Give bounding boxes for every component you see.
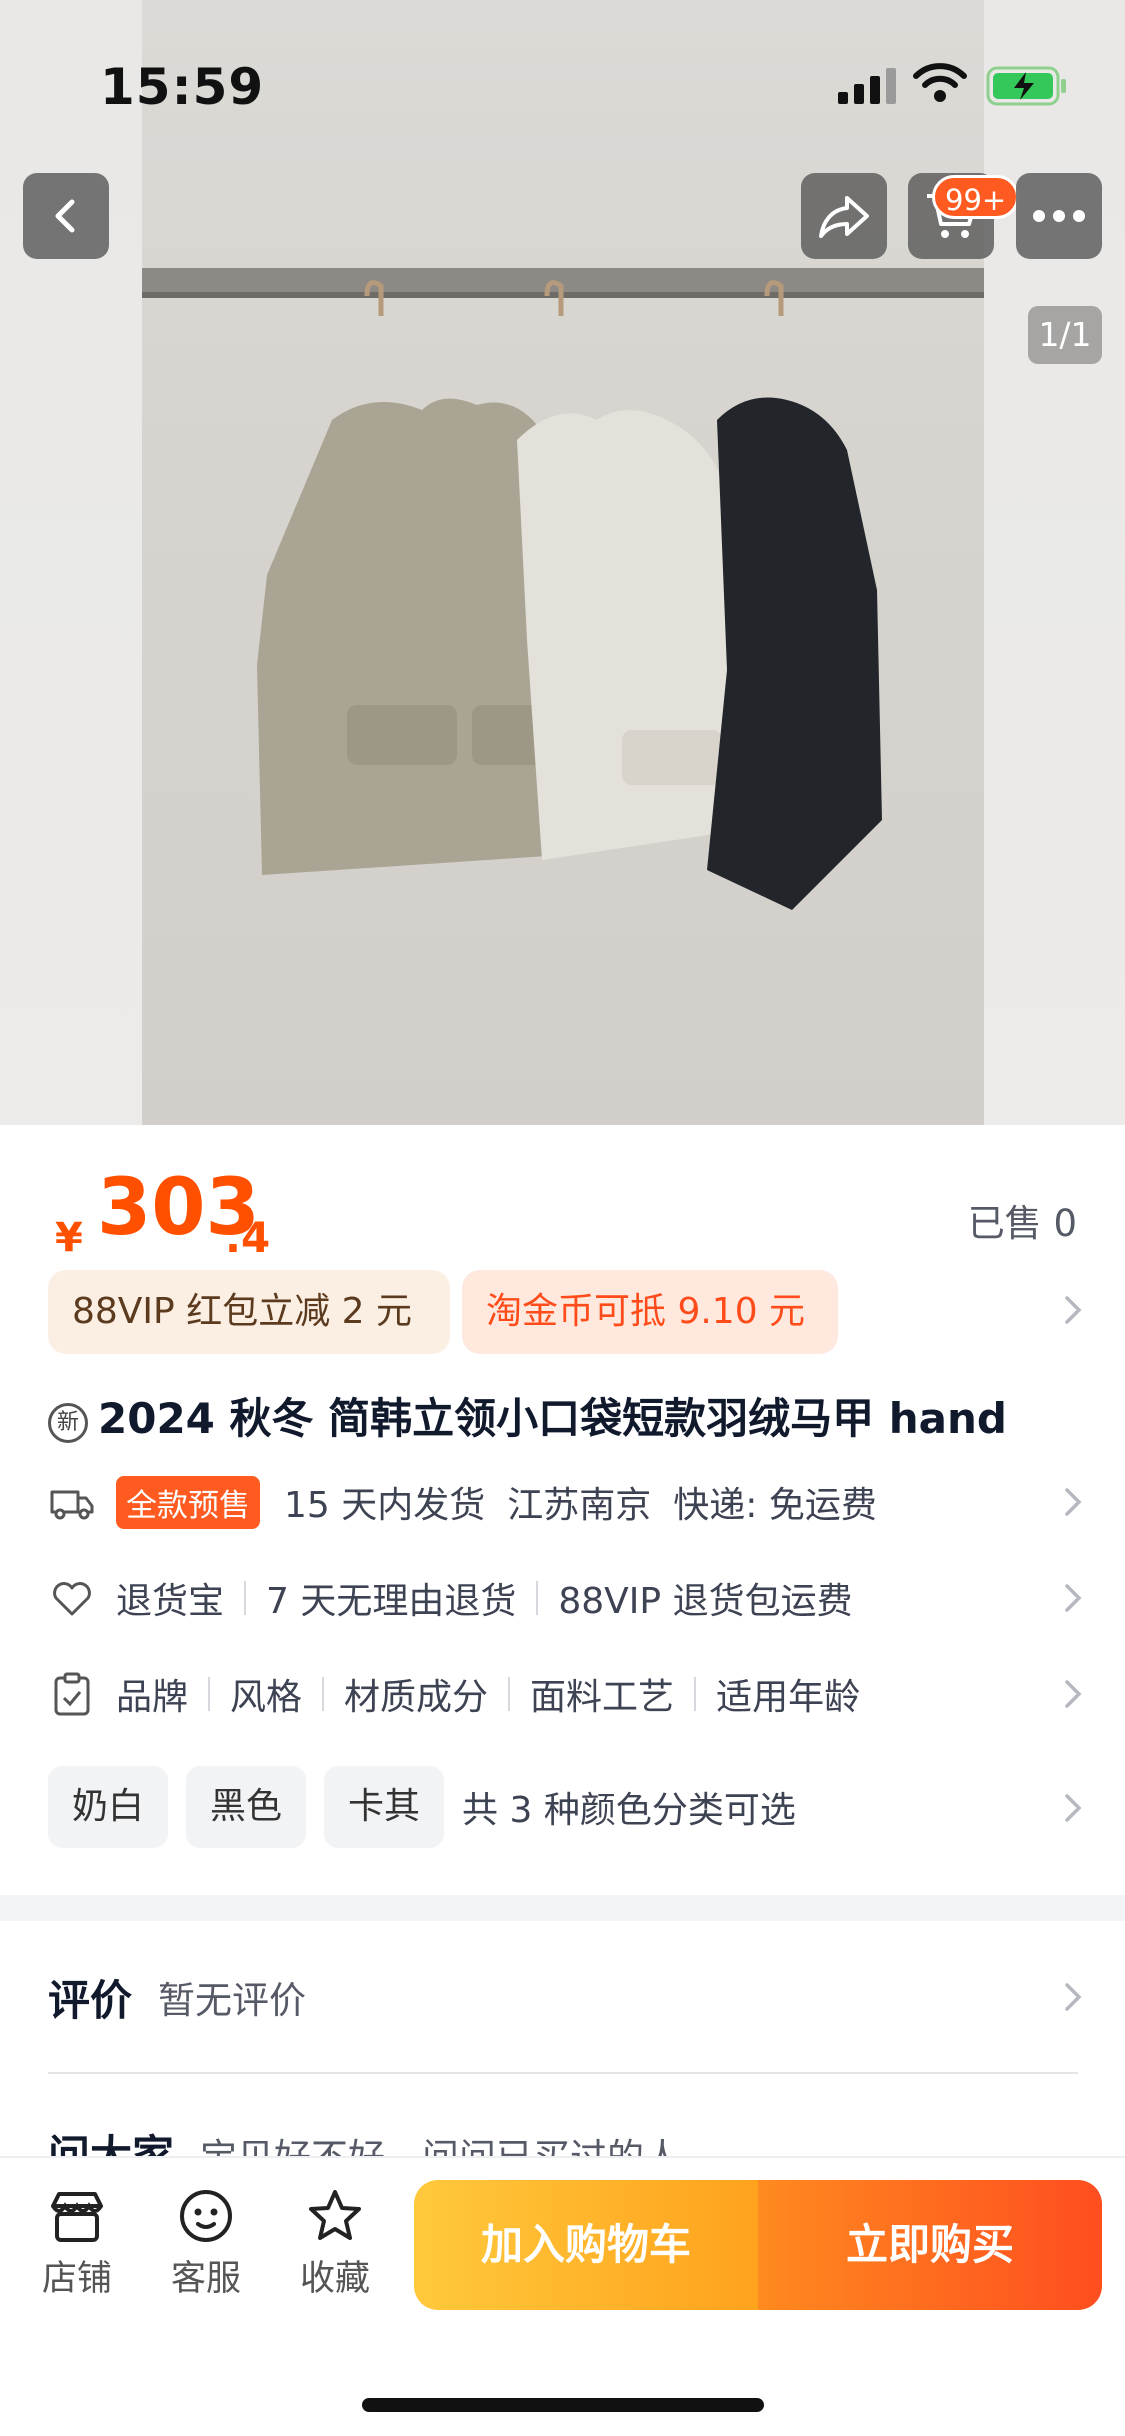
service-tab[interactable]: 客服: [156, 2188, 256, 2301]
bottom-action-bar: 店铺 客服 收藏 加入购物车 立即购买: [0, 2156, 1125, 2436]
more-button[interactable]: [1016, 173, 1102, 259]
star-icon: [309, 2190, 361, 2240]
clipboard-icon: [54, 1672, 90, 1716]
color-summary: 共 3 种颜色分类可选: [462, 1790, 796, 1831]
param-item: 品牌: [116, 1677, 189, 1718]
separator: [694, 1677, 697, 1711]
back-button[interactable]: [23, 173, 109, 259]
chevron-right-icon[interactable]: [1061, 1581, 1085, 1615]
param-item: 风格: [230, 1677, 303, 1718]
cart-count-badge: 99+: [932, 175, 1020, 219]
ask-value: 宝贝好不好，问问已买过的人: [200, 2136, 681, 2157]
home-indicator[interactable]: [362, 2398, 764, 2412]
shield-heart-icon: [53, 1582, 91, 1616]
return-item: 88VIP 退货包运费: [558, 1581, 853, 1622]
delivery-time: 15 天内发货: [284, 1485, 486, 1526]
currency-symbol: ¥: [55, 1215, 83, 1261]
color-chip[interactable]: 卡其: [324, 1766, 445, 1848]
store-tab[interactable]: 店铺: [27, 2188, 127, 2301]
battery-charging-icon: [986, 66, 1066, 106]
status-bar: 15:59: [0, 0, 1125, 150]
sold-count: 已售 0: [967, 1202, 1077, 1245]
favorite-label: 收藏: [299, 2259, 370, 2299]
price-decimal: .4: [225, 1213, 271, 1262]
product-photo[interactable]: [142, 0, 984, 1125]
color-chip[interactable]: 黑色: [186, 1766, 307, 1848]
back-icon: [55, 199, 75, 233]
return-item: 7 天无理由退货: [266, 1581, 517, 1622]
separator: [322, 1677, 325, 1711]
ask-row[interactable]: 问大家 宝贝好不好，问问已买过的人: [48, 2122, 681, 2157]
return-item: 退货宝: [116, 1581, 225, 1622]
review-row[interactable]: 评价 暂无评价: [48, 1962, 1078, 2032]
add-to-cart-button[interactable]: 加入购物车: [414, 2180, 758, 2310]
separator: [536, 1581, 539, 1615]
separator: [208, 1677, 211, 1711]
share-icon: [819, 196, 869, 238]
param-item: 材质成分: [344, 1677, 489, 1718]
presale-badge: 全款预售: [116, 1475, 260, 1529]
store-icon: [51, 2192, 103, 2242]
favorite-tab[interactable]: 收藏: [285, 2188, 385, 2301]
product-info: ¥ 303 .4 已售 0 88VIP 红包立减 2 元 淘金币可抵 9.10 …: [0, 1125, 1125, 1895]
ship-location: 江苏南京: [507, 1485, 652, 1526]
wifi-icon: [913, 63, 967, 102]
params-row[interactable]: 品牌 风格 材质成分 面料工艺 适用年龄: [48, 1659, 1078, 1729]
product-title-text: 2024 秋冬 简韩立领小口袋短款羽绒马甲 hand: [98, 1394, 1007, 1443]
ask-label: 问大家: [48, 2131, 175, 2157]
review-label: 评价: [48, 1975, 133, 2025]
color-options-row[interactable]: 奶白 黑色 卡其 共 3 种颜色分类可选: [48, 1765, 1078, 1849]
product-image-area[interactable]: 15:59 99+ 1/1: [0, 0, 1125, 1125]
coupon-taojinbi[interactable]: 淘金币可抵 9.10 元: [462, 1270, 838, 1354]
separator: [508, 1677, 511, 1711]
share-button[interactable]: [801, 173, 887, 259]
status-time: 15:59: [100, 58, 265, 116]
chevron-right-icon[interactable]: [1061, 1293, 1085, 1327]
review-value: 暂无评价: [158, 1979, 307, 2022]
truck-icon: [50, 1490, 94, 1520]
coupon-88vip[interactable]: 88VIP 红包立减 2 元: [48, 1270, 450, 1354]
product-title: 新 2024 秋冬 简韩立领小口袋短款羽绒马甲 hand: [48, 1385, 1098, 1446]
returns-row[interactable]: 退货宝 7 天无理由退货 88VIP 退货包运费: [48, 1563, 1078, 1633]
section-divider: [0, 1895, 1125, 1921]
store-label: 店铺: [41, 2259, 112, 2299]
param-item: 适用年龄: [716, 1677, 861, 1718]
service-label: 客服: [170, 2259, 241, 2299]
chevron-right-icon[interactable]: [1061, 1791, 1085, 1825]
service-icon: [180, 2190, 232, 2242]
express-fee: 快递: 免运费: [673, 1485, 877, 1526]
divider-line: [48, 2072, 1078, 2074]
chevron-right-icon[interactable]: [1061, 1980, 1085, 2014]
shipping-row[interactable]: 全款预售 15 天内发货 江苏南京 快递: 免运费: [48, 1467, 1078, 1537]
param-item: 面料工艺: [530, 1677, 675, 1718]
more-icon: [1033, 210, 1085, 222]
new-badge-icon: 新: [48, 1403, 88, 1443]
cellular-signal-icon: [838, 68, 896, 104]
chevron-right-icon[interactable]: [1061, 1485, 1085, 1519]
buy-now-button[interactable]: 立即购买: [758, 2180, 1102, 2310]
chevron-right-icon[interactable]: [1061, 1677, 1085, 1711]
separator: [244, 1581, 247, 1615]
image-pager: 1/1: [1028, 306, 1102, 364]
color-chip[interactable]: 奶白: [48, 1766, 169, 1848]
